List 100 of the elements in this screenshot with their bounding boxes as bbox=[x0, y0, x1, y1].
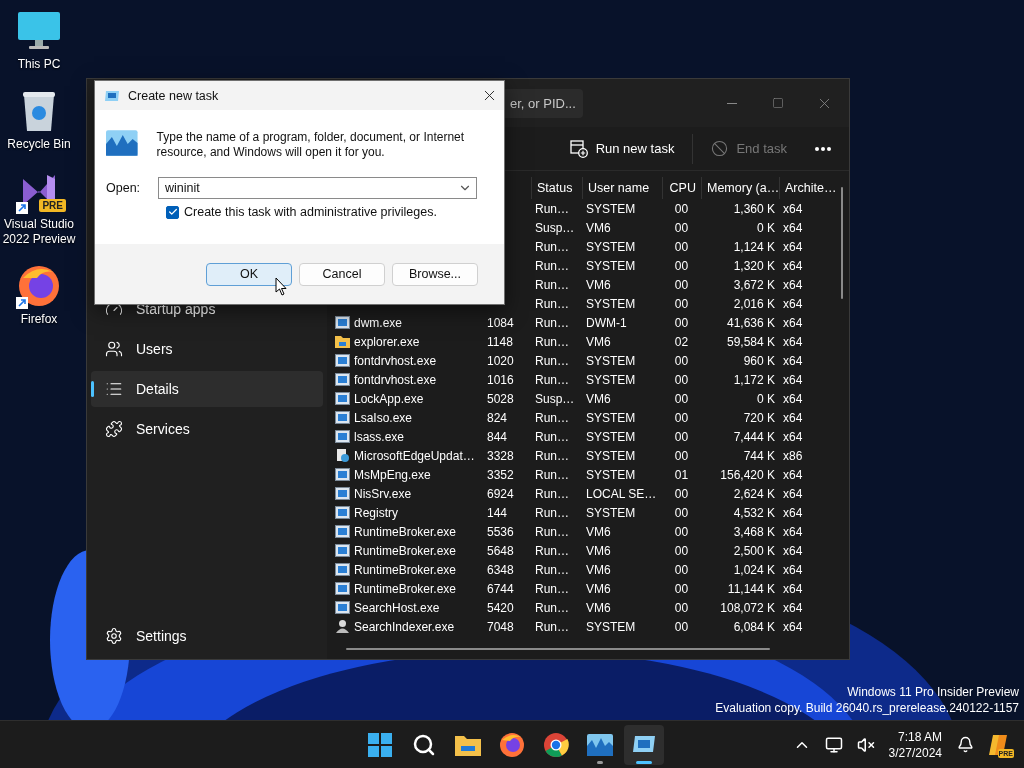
prohibited-icon bbox=[711, 140, 729, 157]
table-cell-text: Run… bbox=[534, 619, 570, 634]
window-icon bbox=[335, 506, 350, 519]
table-cell: SearchHost.exe bbox=[331, 600, 483, 615]
desktop-icon-label[interactable]: Firefox bbox=[20, 312, 58, 327]
checkbox[interactable] bbox=[166, 205, 179, 219]
table-cell-text: VM6 bbox=[585, 220, 612, 235]
table-cell-text: 00 bbox=[673, 505, 690, 520]
table-cell-text: VM6 bbox=[585, 543, 612, 558]
table-cell-text: x64 bbox=[782, 201, 804, 216]
table-cell-text: x64 bbox=[782, 524, 804, 539]
table-cell-text: 00 bbox=[673, 486, 690, 501]
table-cell-text: 00 bbox=[673, 448, 690, 463]
table-cell-text: 00 bbox=[673, 201, 690, 216]
table-cell-text: x64 bbox=[782, 486, 804, 501]
settings-icon bbox=[105, 627, 123, 645]
table-cell-text: 00 bbox=[673, 372, 690, 387]
table-cell-text: 3328 bbox=[486, 448, 515, 463]
table-cell-text: Run… bbox=[534, 372, 570, 387]
window-icon bbox=[335, 392, 350, 405]
table-cell-text: Run… bbox=[534, 429, 570, 444]
table-cell-text: LOCAL SE… bbox=[585, 486, 658, 501]
table-cell-text: 5028 bbox=[486, 391, 515, 406]
clock[interactable]: 7:18 AM 3/27/2024 bbox=[884, 728, 946, 761]
toolbar-button[interactable]: Run new task bbox=[559, 132, 685, 165]
table-cell-text: 00 bbox=[673, 543, 690, 558]
sidebar-item[interactable]: Startup apps bbox=[91, 291, 323, 327]
table-cell-text: 0 K bbox=[756, 220, 776, 235]
table-cell-text: x64 bbox=[782, 296, 804, 311]
table-cell-text: Run… bbox=[534, 315, 570, 330]
activity-graph-icon bbox=[587, 734, 613, 756]
table-cell-text: 00 bbox=[673, 600, 690, 615]
table-cell-text: x64 bbox=[782, 410, 804, 425]
desktop-icon-label[interactable]: Recycle Bin bbox=[7, 137, 71, 152]
table-cell-text: 6924 bbox=[486, 486, 515, 501]
table-cell-text: VM6 bbox=[585, 391, 612, 406]
desktop-icon-label[interactable]: Visual Studio 2022 Preview bbox=[1, 217, 77, 247]
column-header[interactable]: User name bbox=[582, 177, 662, 199]
table-cell-text: Susp… bbox=[534, 220, 576, 235]
monitor-icon bbox=[17, 11, 61, 51]
table-cell: fontdrvhost.exe bbox=[331, 372, 483, 387]
scrollbar[interactable] bbox=[346, 648, 770, 650]
table-cell: explorer.exe bbox=[331, 334, 483, 349]
sidebar-item[interactable]: Users bbox=[91, 331, 323, 367]
table-cell-text: 00 bbox=[673, 258, 690, 273]
firefox-icon bbox=[499, 732, 525, 758]
column-header[interactable]: CPU bbox=[662, 177, 701, 199]
table-cell-text: DWM-1 bbox=[585, 315, 628, 330]
table-cell-text: 3,672 K bbox=[732, 277, 776, 292]
dialog-button[interactable]: Cancel bbox=[299, 262, 385, 286]
table-cell-text: 11,144 K bbox=[726, 581, 776, 596]
table-cell-text: 00 bbox=[673, 429, 690, 444]
sidebar-item[interactable]: Details bbox=[91, 371, 323, 407]
taskbar-app[interactable] bbox=[624, 725, 664, 765]
settings-item[interactable]: Settings bbox=[91, 618, 323, 654]
table-cell-text: x64 bbox=[782, 619, 804, 634]
table-cell-text: 00 bbox=[673, 391, 690, 406]
table-cell-text: 7048 bbox=[486, 619, 515, 634]
table-cell-text: 5420 bbox=[486, 600, 515, 615]
table-cell-text: 1,360 K bbox=[732, 201, 776, 216]
table-cell: LockApp.exe bbox=[331, 391, 483, 406]
dialog-button[interactable]: OK bbox=[206, 262, 292, 286]
column-header[interactable]: Status bbox=[531, 177, 582, 199]
table-cell-text: Run… bbox=[534, 467, 570, 482]
column-header[interactable]: Memory (a… bbox=[701, 177, 779, 199]
table-cell-text: SYSTEM bbox=[585, 410, 637, 425]
desktop-icon-label[interactable]: This PC bbox=[17, 57, 61, 72]
column-header[interactable]: Archite… bbox=[779, 177, 833, 199]
table-cell-text: 6744 bbox=[486, 581, 515, 596]
table-cell-text: Run… bbox=[534, 201, 570, 216]
table-cell-text: x64 bbox=[782, 258, 804, 273]
table-cell-text: SYSTEM bbox=[585, 619, 637, 634]
checkbox-label[interactable]: Create this task with administrative privileges. bbox=[184, 205, 437, 219]
table-cell-text: x64 bbox=[782, 581, 804, 596]
add-window-icon bbox=[569, 139, 588, 158]
cursor-icon bbox=[275, 277, 287, 296]
table-cell-text: Run… bbox=[534, 581, 570, 596]
table-cell-text: 824 bbox=[486, 410, 509, 425]
table-cell-text: 3352 bbox=[486, 467, 515, 482]
list-icon bbox=[105, 380, 123, 398]
open-combobox[interactable]: wininit bbox=[158, 177, 477, 199]
table-cell-text: Run… bbox=[534, 334, 570, 349]
table-cell-text: 02 bbox=[673, 334, 690, 349]
table-cell-text: Run… bbox=[534, 524, 570, 539]
table-cell-text: x64 bbox=[782, 391, 804, 406]
sidebar-item[interactable]: Services bbox=[91, 411, 323, 447]
table-cell-text: 1016 bbox=[486, 372, 515, 387]
table-cell-text: 1148 bbox=[486, 334, 514, 349]
table-cell: lsass.exe bbox=[331, 429, 483, 444]
table-cell: RuntimeBroker.exe bbox=[331, 524, 483, 539]
table-cell-text: 00 bbox=[673, 277, 690, 292]
dialog-button[interactable]: Browse... bbox=[392, 262, 478, 286]
window-icon bbox=[335, 563, 350, 576]
table-cell-text: x64 bbox=[782, 600, 804, 615]
table-cell: RuntimeBroker.exe bbox=[331, 543, 483, 558]
table-cell-text: 00 bbox=[673, 296, 690, 311]
scrollbar[interactable] bbox=[841, 187, 843, 299]
table-cell-text: 7,444 K bbox=[732, 429, 776, 444]
table-cell-text: x86 bbox=[782, 448, 804, 463]
table-cell-text: 6,084 K bbox=[732, 619, 776, 634]
